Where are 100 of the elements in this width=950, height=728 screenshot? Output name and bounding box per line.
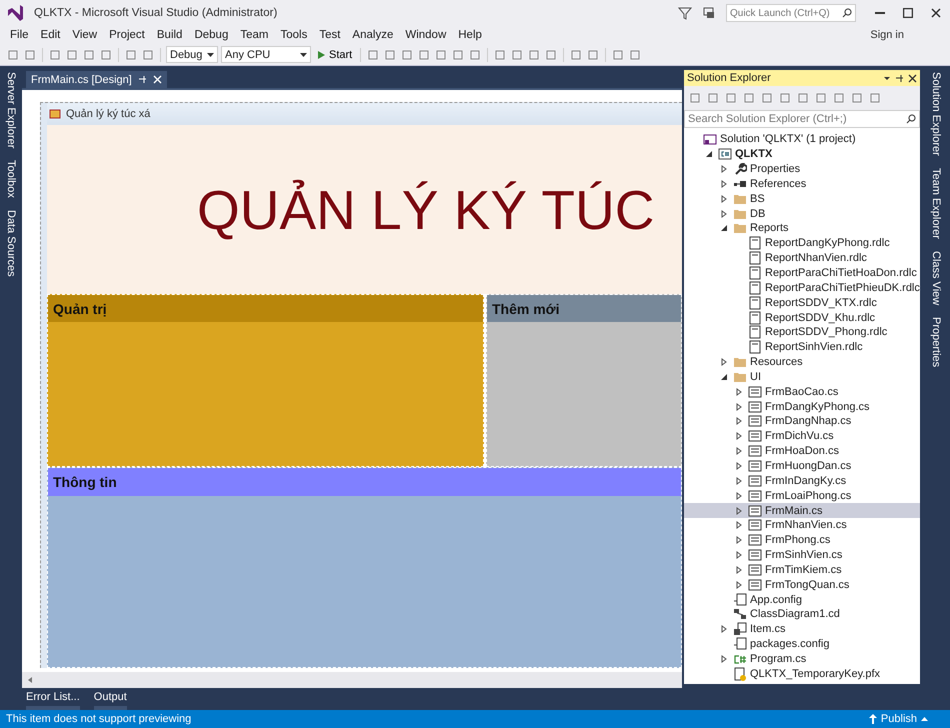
tool-window-tab[interactable]: Server Explorer <box>5 70 17 150</box>
tree-item[interactable]: Program.cs <box>684 652 920 666</box>
panel-header: Thông tin <box>48 468 681 496</box>
tree-item-label: QLKTX <box>735 148 772 160</box>
close-icon <box>931 8 941 18</box>
tree-item[interactable]: FrmNhanVien.cs <box>684 518 920 533</box>
menu-item[interactable]: File <box>4 29 35 41</box>
tool-window-tab[interactable]: Properties <box>930 314 942 370</box>
window-title: QLKTX - Microsoft Visual Studio (Administrator) <box>34 7 278 19</box>
tree-item[interactable]: FrmDichVu.cs <box>684 428 920 444</box>
close-icon[interactable] <box>908 74 917 82</box>
search-icon <box>906 114 916 124</box>
tool-window-tab[interactable]: Toolbox <box>5 158 17 200</box>
search-icon <box>842 8 852 18</box>
folder-icon <box>733 221 747 236</box>
tree-item[interactable]: FrmMain.cs <box>684 503 920 518</box>
tree-item[interactable]: Reports <box>684 221 920 236</box>
tree-item-label: BS <box>750 192 765 205</box>
tree-item-label: FrmNhanVien.cs <box>765 519 847 532</box>
publish-button[interactable]: Publish <box>868 713 928 725</box>
form-icon <box>748 429 762 444</box>
tree-item[interactable]: QLKTX_TemporaryKey.pfx <box>684 666 920 682</box>
tree-item[interactable]: ClassDiagram1.cd <box>684 607 920 622</box>
tree-item[interactable]: FrmHoaDon.cs <box>684 444 920 459</box>
tool-window-tab[interactable]: Class View <box>930 248 942 307</box>
tree-item[interactable]: BS <box>684 191 920 206</box>
tree-item[interactable]: ReportSDDV_KTX.rdlc <box>684 295 920 310</box>
menu-item[interactable]: Test <box>313 29 346 41</box>
tree-item-label: References <box>750 178 806 190</box>
document-tab[interactable]: FrmMain.cs [Design] <box>26 71 167 88</box>
menu-item[interactable]: Team <box>234 29 274 41</box>
collapsed-arrow-icon[interactable] <box>720 625 728 634</box>
report-icon <box>748 236 762 250</box>
tool-window-tab[interactable]: Solution Explorer <box>930 70 942 158</box>
tree-item-label: ReportSDDV_Khu.rdlc <box>765 312 876 324</box>
tree-item-label: packages.config <box>750 638 830 650</box>
menu-item[interactable]: Tools <box>274 29 314 41</box>
tree-item[interactable]: QLKTX <box>684 146 920 162</box>
tree-item[interactable]: ReportDangKyPhong.rdlc <box>684 236 920 251</box>
quick-launch-field[interactable]: Quick Launch (Ctrl+Q) <box>726 4 856 22</box>
menu-item[interactable]: Edit <box>34 29 66 41</box>
horizontal-scrollbar[interactable] <box>22 672 682 688</box>
menu-item[interactable]: Project <box>103 29 151 41</box>
banner-title: QUẢN LÝ KÝ TÚC <box>197 178 654 242</box>
menu-item[interactable]: Debug <box>188 29 234 41</box>
start-button[interactable]: Start <box>314 46 356 64</box>
tool-window-tab[interactable]: Data Sources <box>5 208 17 279</box>
tree-item[interactable]: FrmBaoCao.cs <box>684 384 920 400</box>
tree-item-label: DB <box>750 208 766 220</box>
tree-item[interactable]: Solution 'QLKTX' (1 project) <box>684 132 920 147</box>
tree-item[interactable]: Properties <box>684 162 920 177</box>
tool-window-tab[interactable]: Team Explorer <box>930 166 942 241</box>
dropdown-icon[interactable] <box>883 74 891 82</box>
form-icon <box>748 548 762 562</box>
form-icon <box>748 400 762 414</box>
tree-item[interactable]: Resources <box>684 354 920 370</box>
form-icon <box>748 578 762 592</box>
collapsed-arrow-icon[interactable] <box>720 654 728 663</box>
tree-item[interactable]: ReportNhanVien.rdlc <box>684 250 920 266</box>
tree-item[interactable]: FrmPhong.cs <box>684 532 920 548</box>
feedback-icon[interactable] <box>702 6 716 20</box>
tree-item[interactable]: FrmDangNhap.cs <box>684 414 920 429</box>
tree-item[interactable]: FrmHuongDan.cs <box>684 458 920 474</box>
tree-item[interactable]: FrmDangKyPhong.cs <box>684 399 920 414</box>
filter-icon[interactable] <box>678 6 692 20</box>
search-field[interactable]: Search Solution Explorer (Ctrl+;) <box>684 110 920 128</box>
tree-item-label: FrmBaoCao.cs <box>765 386 838 398</box>
up-arrow-icon <box>868 714 877 724</box>
tree-item[interactable]: packages.config <box>684 636 920 652</box>
tree-item[interactable]: ReportParaChiTietPhieuDK.rdlc <box>684 280 920 296</box>
tree-item[interactable]: FrmSinhVien.cs <box>684 548 920 562</box>
collapsed-arrow-icon[interactable] <box>720 358 728 366</box>
tree-item[interactable]: ReportSDDV_Khu.rdlc <box>684 310 920 325</box>
tree-item[interactable]: DB <box>684 206 920 222</box>
tree-item[interactable]: FrmTongQuan.cs <box>684 577 920 592</box>
sign-in-link[interactable]: Sign in <box>870 29 904 41</box>
menu-item[interactable]: Window <box>399 29 452 41</box>
tree-item-label: Properties <box>750 163 800 176</box>
tree-item[interactable]: Item.cs <box>684 622 920 637</box>
expanded-arrow-icon[interactable] <box>705 150 713 158</box>
form-window-icon <box>49 108 61 120</box>
tree-item[interactable]: ReportParaChiTietHoaDon.rdlc <box>684 266 920 280</box>
tree-item[interactable]: App.config <box>684 592 920 607</box>
menu-item[interactable]: Build <box>150 29 188 41</box>
tree-item[interactable]: References <box>684 176 920 192</box>
tree-item[interactable]: ReportSDDV_Phong.rdlc <box>684 324 920 340</box>
expanded-arrow-icon[interactable] <box>720 372 728 381</box>
tree-item[interactable]: FrmLoaiPhong.cs <box>684 488 920 504</box>
tree-item-label: FrmDangKyPhong.cs <box>765 400 870 413</box>
tree-item[interactable]: ReportSinhVien.rdlc <box>684 340 920 355</box>
platform-dropdown[interactable]: Any CPU <box>221 46 311 63</box>
tree-item[interactable]: FrmTimKiem.cs <box>684 562 920 578</box>
menu-item[interactable]: Analyze <box>346 29 400 41</box>
tree-item[interactable]: FrmInDangKy.cs <box>684 473 920 488</box>
configuration-dropdown[interactable]: Debug <box>166 46 218 63</box>
tree-item-label: FrmLoaiPhong.cs <box>765 490 852 502</box>
tree-item[interactable]: UI <box>684 370 920 384</box>
menu-item[interactable]: Help <box>452 29 488 41</box>
menu-item[interactable]: View <box>66 29 104 41</box>
expanded-arrow-icon[interactable] <box>720 224 728 232</box>
